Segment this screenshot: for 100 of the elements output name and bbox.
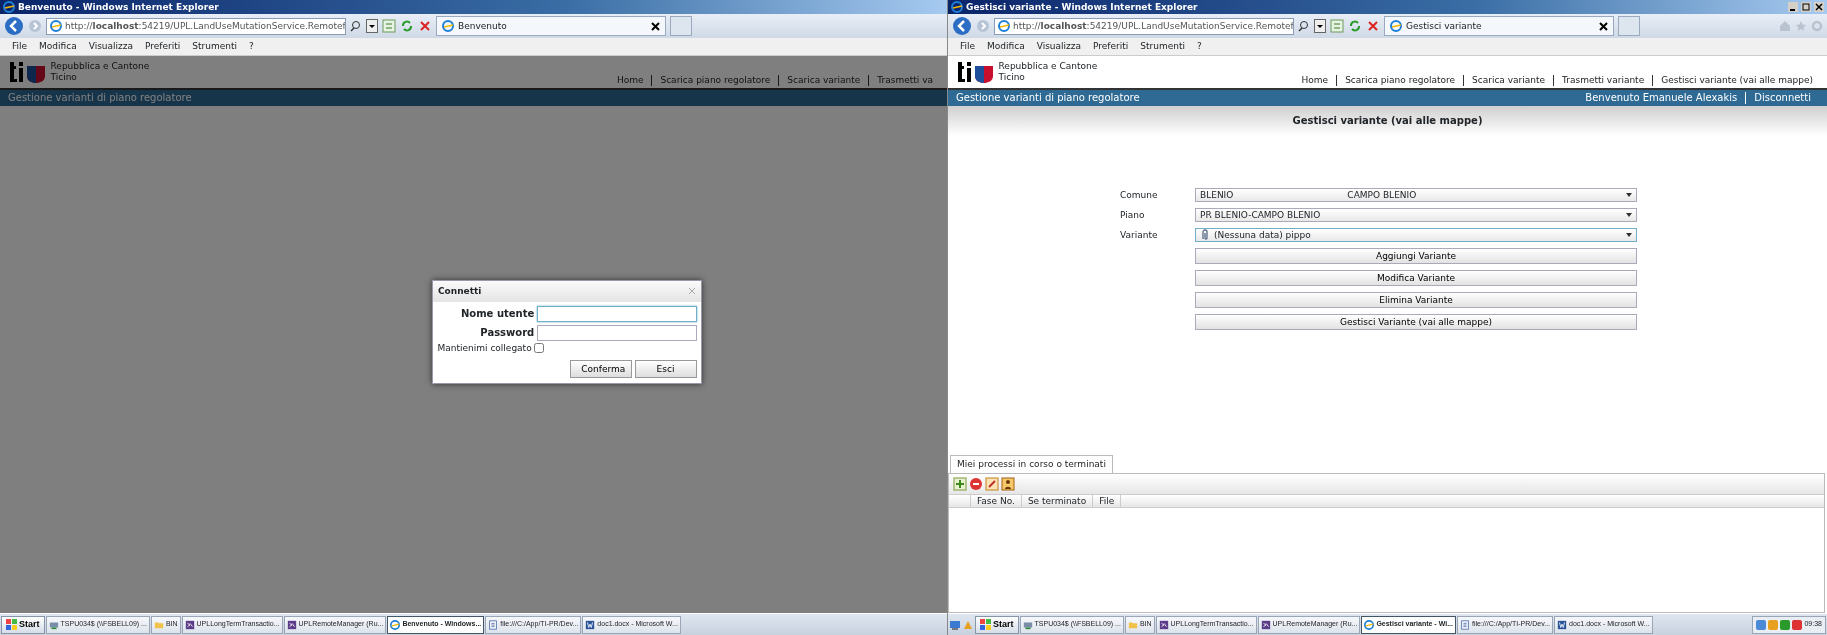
dialog-button[interactable]: Esci [634,360,697,379]
studio-icon [286,619,297,630]
address-field[interactable]: http://localhost:54219/UPL.LandUseMutationService.Remotef [46,17,346,35]
checkbox[interactable] [533,343,544,354]
window-title: Gestisci variante - Windows Internet Explorer [966,1,1199,13]
panel-tab[interactable]: Miei processi in corso o terminati [950,455,1113,473]
search-icon[interactable] [350,20,362,32]
nav-link[interactable]: Gestisci variante (vai alle mappe) [1652,75,1821,86]
stop-icon[interactable] [418,19,432,33]
nav-link[interactable]: Trasmetti va [868,75,941,86]
caret-icon [1626,213,1632,217]
browser-icon [1364,619,1375,630]
browser-tab[interactable]: Benvenuto [436,16,666,36]
minimize-icon[interactable] [1788,2,1798,12]
edit-icon[interactable] [985,476,999,491]
field-value: BLENIO [1200,189,1234,201]
page-icon [1390,20,1402,32]
paperclip-icon [1200,229,1210,241]
add-icon[interactable] [953,476,967,491]
delete-icon[interactable] [969,476,983,491]
tab-title: Benvenuto [458,20,508,32]
info-icon[interactable] [1001,476,1015,491]
page-icon [442,20,454,32]
windows-logo-icon [6,619,17,630]
stop-icon[interactable] [1366,19,1380,33]
window-title: Benvenuto - Windows Internet Explorer [18,1,220,13]
close-icon[interactable] [1814,2,1824,12]
word-icon [585,619,596,630]
search-icon[interactable] [1298,20,1310,32]
start-button[interactable]: Start [975,615,1019,634]
tray-app-icon[interactable] [1780,619,1791,630]
menu-item[interactable]: Modifica [39,41,77,52]
field-value: PR BLENIO-CAMPO BLENIO [1200,209,1321,221]
nav-link[interactable]: Trasmetti variante [1553,75,1653,86]
tray-app-icon[interactable] [1792,619,1803,630]
column-header: Se terminato [1021,494,1094,507]
close-icon[interactable] [1599,21,1608,31]
app-title: Gestione varianti di piano regolatore [8,92,192,104]
nav-link[interactable]: Scarica variante [1463,75,1554,86]
menu-item[interactable]: Preferiti [1093,41,1129,52]
menu-item[interactable]: ? [248,41,254,52]
menu-item[interactable]: ? [1196,41,1202,52]
dialog-button[interactable]: Conferma [570,360,633,379]
dropdown-field[interactable]: PR BLENIO-CAMPO BLENIO [1195,208,1637,222]
address-field[interactable]: http://localhost:54219/UPL.LandUseMutationService.Remotef [994,17,1294,35]
desktop-icon[interactable] [949,618,961,631]
file-icon [488,619,499,630]
menu-item[interactable]: File [960,41,976,52]
dropdown-icon[interactable] [1314,19,1326,33]
organization-name: Ticino [50,71,78,83]
nav-link[interactable]: Home [608,75,652,86]
action-button[interactable]: Aggiungi Variante [1195,248,1637,264]
browser-icon [3,1,15,13]
star-icon[interactable] [1795,20,1807,32]
menu-item[interactable]: Preferiti [145,41,181,52]
canton-logo-icon [958,59,994,84]
action-button[interactable]: Modifica Variante [1195,270,1637,286]
dropdown-field[interactable]: (Nessuna data) pippo [1195,228,1637,242]
menu-item[interactable]: File [12,41,28,52]
page-heading: Gestisci variante (vai alle mappe) [1292,115,1483,127]
windows-logo-icon [980,619,991,630]
organization-name: Ticino [998,71,1026,83]
menu-item[interactable]: Strumenti [192,41,237,52]
nav-link[interactable]: Scarica variante [778,75,869,86]
nav-link[interactable]: Scarica piano regolatore [651,75,779,86]
menu-item[interactable]: Visualizza [1036,41,1082,52]
close-icon[interactable] [651,21,660,31]
nav-link[interactable]: Home [1293,75,1337,86]
app-title: Gestione varianti di piano regolatore [956,92,1140,104]
refresh-icon[interactable] [400,19,414,33]
menu-item[interactable]: Modifica [987,41,1025,52]
menu-item[interactable]: Strumenti [1140,41,1185,52]
action-button[interactable]: Elimina Variante [1195,292,1637,308]
maximize-icon[interactable] [1801,2,1811,12]
start-button[interactable]: Start [1,615,45,634]
browser-tab[interactable]: Gestisci variante [1384,16,1614,36]
field-label: Nome utente [460,308,535,321]
field-value: (Nessuna data) pippo [1214,229,1311,241]
tab-title: Gestisci variante [1406,20,1483,32]
studio-icon [184,619,195,630]
back-icon[interactable] [952,16,972,36]
dropdown-icon[interactable] [366,19,378,33]
dropdown-field[interactable]: BLENIO CAMPO BLENIO [1195,188,1637,202]
address-text: http://localhost:54219/UPL.LandUseMutationService.Remotef [65,20,345,32]
logout-link[interactable]: Disconnetti [1745,92,1819,104]
refresh-icon[interactable] [1348,19,1362,33]
browser-icon [390,619,401,630]
page-icon [50,20,62,32]
organization-name: Repubblica e Cantone [50,60,150,72]
menu-item[interactable]: Visualizza [88,41,134,52]
nav-link[interactable]: Scarica piano regolatore [1336,75,1463,86]
page-icon [998,20,1010,32]
organization-name: Repubblica e Cantone [998,60,1098,72]
studio-icon [1158,619,1169,630]
action-button[interactable]: Gestisci Variante (vai alle mappe) [1195,314,1637,330]
back-icon[interactable] [4,16,24,36]
tray-app-icon[interactable] [1756,619,1767,630]
text-field[interactable] [536,306,697,323]
text-field[interactable] [536,324,697,341]
word-icon [1557,619,1568,630]
